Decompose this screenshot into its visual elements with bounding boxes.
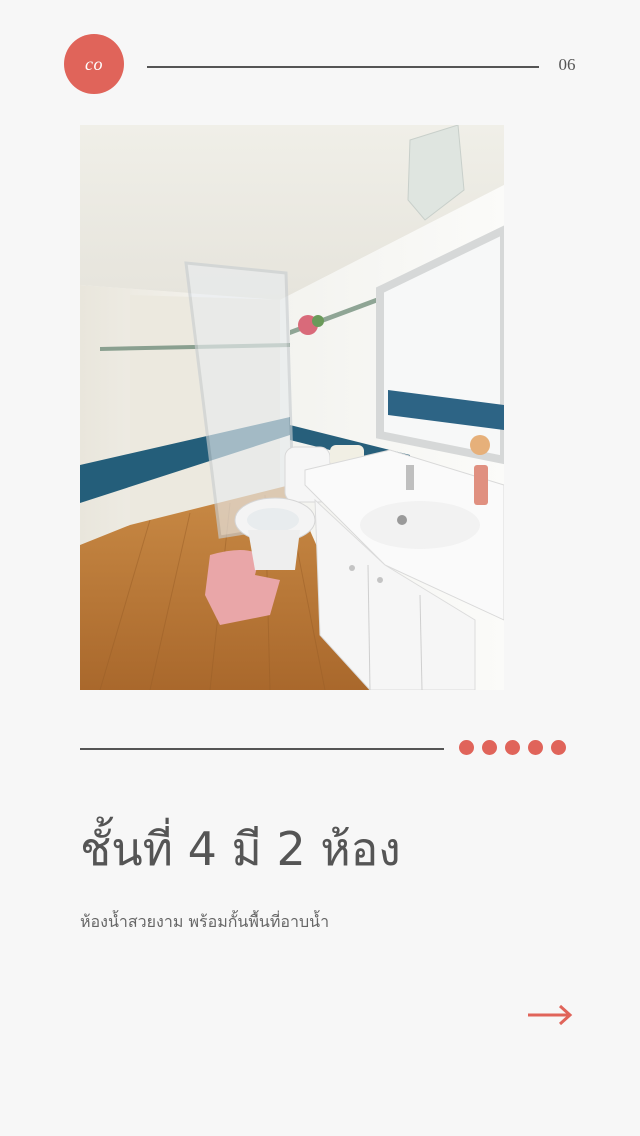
pagination-dot — [482, 740, 497, 755]
arrow-right-icon — [528, 1004, 573, 1026]
pagination-dot — [551, 740, 566, 755]
next-button[interactable] — [526, 1002, 574, 1028]
pagination-dot — [505, 740, 520, 755]
brand-logo: co — [64, 34, 124, 94]
pagination-dot — [528, 740, 543, 755]
page-subtitle: ห้องน้ำสวยงาม พร้อมกั้นพื้นที่อาบน้ำ — [80, 912, 330, 931]
pagination-dot — [459, 740, 474, 755]
logo-text: co — [85, 53, 103, 74]
bathroom-photo — [80, 125, 504, 690]
section-divider — [80, 748, 444, 750]
page-number: 06 — [558, 55, 576, 74]
page-heading: ชั้นที่ 4 มี 2 ห้อง — [80, 822, 401, 876]
header-divider — [147, 66, 539, 68]
pagination-dots — [459, 740, 566, 755]
